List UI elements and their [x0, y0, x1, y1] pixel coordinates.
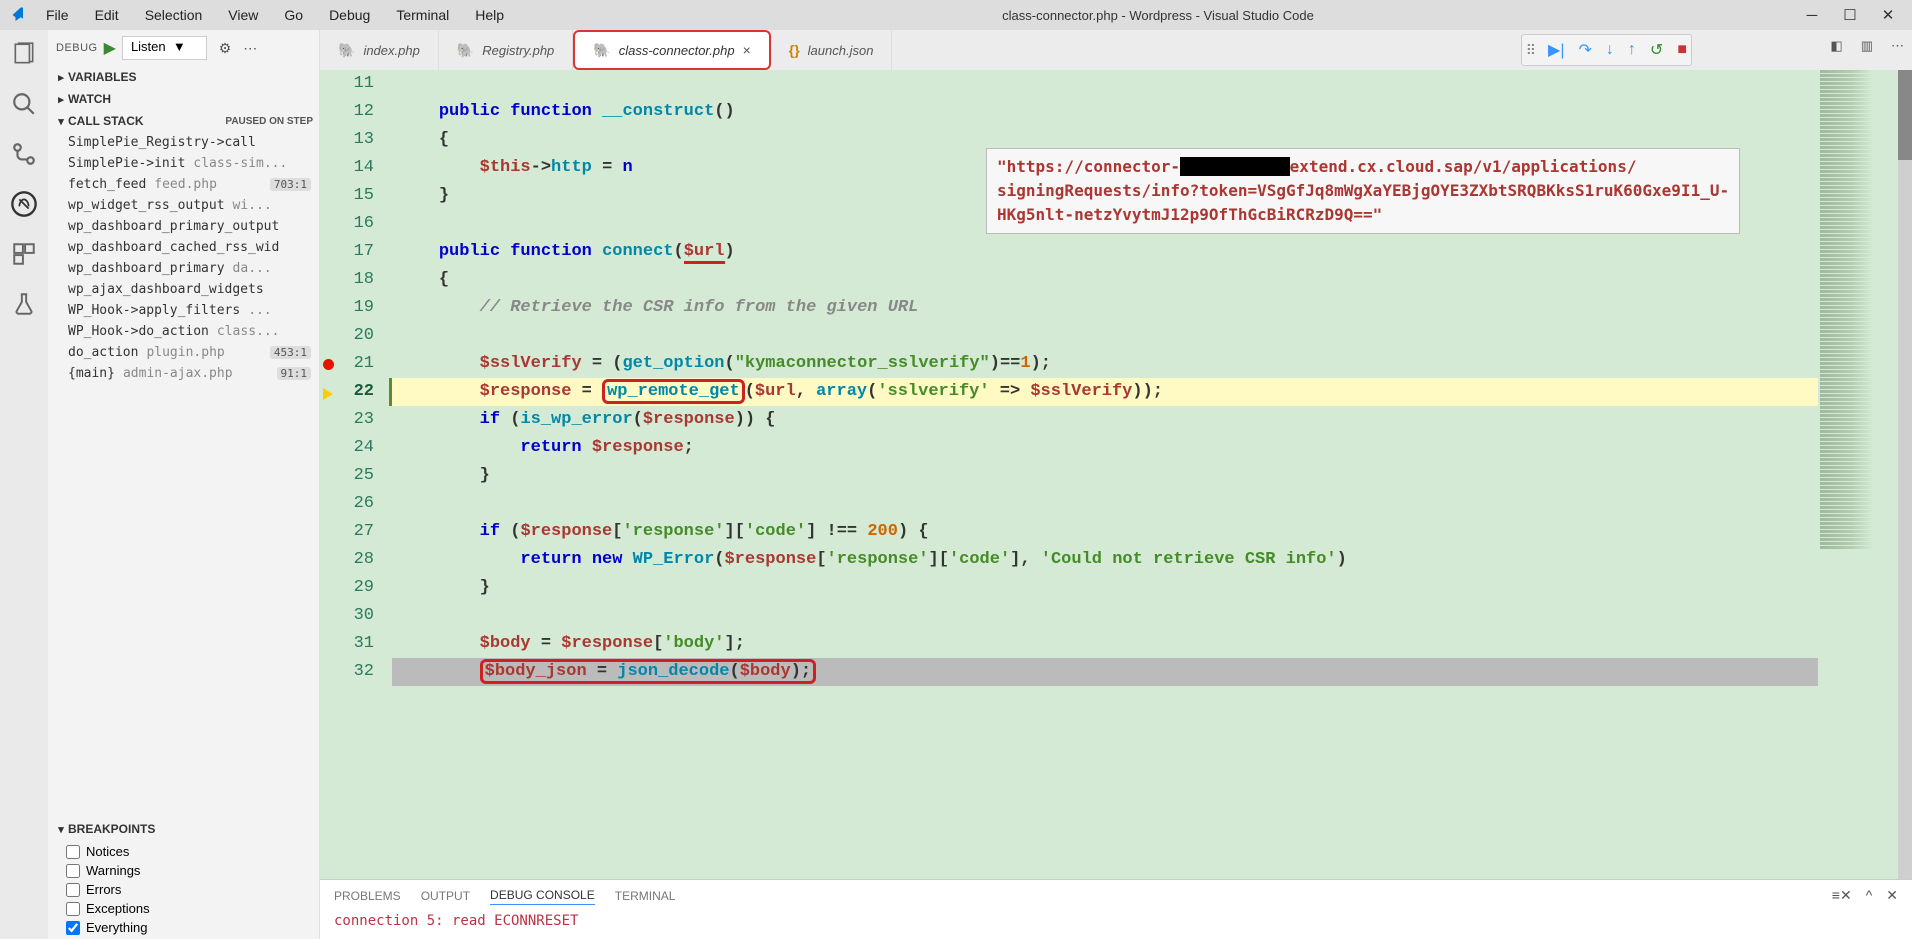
bp-checkbox[interactable] [66, 883, 80, 897]
php-icon: 🐘 [457, 42, 474, 59]
activity-bar [0, 30, 48, 939]
close-panel-icon[interactable]: ✕ [1886, 887, 1898, 904]
tab-launch[interactable]: {}launch.json [771, 30, 893, 70]
menu-bar: File Edit Selection View Go Debug Termin… [36, 3, 514, 27]
minimize-button[interactable]: ─ [1802, 5, 1822, 25]
minimap[interactable] [1818, 70, 1898, 879]
debug-hover-tooltip: "https://connector- extend.cx.cloud.sap/… [986, 148, 1740, 234]
menu-go[interactable]: Go [274, 3, 313, 27]
scrollbar[interactable] [1898, 70, 1912, 879]
debug-console-output: connection 5: read ECONNRESET [320, 911, 1912, 931]
gear-icon[interactable]: ⚙ [219, 40, 232, 57]
callstack-item[interactable]: {main}admin-ajax.php91:1 [48, 363, 319, 384]
line-numbers: 1112131415161718192021222324252627282930… [336, 70, 392, 879]
tab-index[interactable]: 🐘index.php [320, 30, 439, 70]
bottom-panel: PROBLEMS OUTPUT DEBUG CONSOLE TERMINAL ≡… [320, 879, 1912, 939]
menu-terminal[interactable]: Terminal [386, 3, 459, 27]
breakpoint-item[interactable]: Exceptions [48, 899, 319, 918]
debug-label: DEBUG [56, 42, 98, 54]
search-icon[interactable] [10, 90, 38, 118]
bp-checkbox[interactable] [66, 902, 80, 916]
menu-help[interactable]: Help [465, 3, 514, 27]
variables-section[interactable]: ▸VARIABLES [48, 66, 319, 88]
vscode-icon [8, 6, 26, 24]
menu-view[interactable]: View [218, 3, 268, 27]
menu-file[interactable]: File [36, 3, 79, 27]
panel-tab-terminal[interactable]: TERMINAL [615, 887, 676, 905]
breakpoint-dot[interactable] [323, 359, 334, 370]
callstack-list: SimplePie_Registry->call SimplePie->init… [48, 132, 319, 384]
php-icon: 🐘 [338, 42, 355, 59]
panel-tab-output[interactable]: OUTPUT [421, 887, 470, 905]
stop-button[interactable]: ■ [1677, 41, 1687, 59]
close-button[interactable]: ✕ [1878, 5, 1898, 25]
scroll-thumb[interactable] [1898, 70, 1912, 160]
breakpoints-section[interactable]: ▾BREAKPOINTS [48, 818, 319, 840]
extensions-icon[interactable] [10, 240, 38, 268]
close-tab-icon[interactable]: × [743, 42, 751, 58]
bp-checkbox[interactable] [66, 845, 80, 859]
breakpoint-item[interactable]: Errors [48, 880, 319, 899]
restart-button[interactable]: ↺ [1650, 40, 1663, 60]
current-line-marker [323, 388, 333, 400]
layout-icon[interactable]: ▥ [1861, 38, 1873, 54]
panel-tab-problems[interactable]: PROBLEMS [334, 887, 401, 905]
window-title: class-connector.php - Wordpress - Visual… [514, 8, 1802, 23]
bp-checkbox[interactable] [66, 921, 80, 935]
clear-console-icon[interactable]: ≡✕ [1832, 887, 1852, 904]
callstack-item[interactable]: WP_Hook->apply_filters... [48, 300, 319, 321]
breakpoint-item[interactable]: Warnings [48, 861, 319, 880]
editor-area: 🐘index.php 🐘Registry.php 🐘class-connecto… [320, 30, 1912, 939]
callstack-item[interactable]: do_actionplugin.php453:1 [48, 342, 319, 363]
scm-icon[interactable] [10, 140, 38, 168]
test-icon[interactable] [10, 290, 38, 318]
json-icon: {} [789, 42, 800, 58]
breakpoint-item[interactable]: Notices [48, 842, 319, 861]
title-bar: File Edit Selection View Go Debug Termin… [0, 0, 1912, 30]
php-icon: 🐘 [593, 42, 610, 59]
debug-sidebar: DEBUG ▶ Listen ▼ ⚙ ⋯ ▸VARIABLES ▸WATCH ▾… [48, 30, 320, 939]
editor-actions: ◧ ▥ ⋯ [1830, 38, 1904, 54]
callstack-item[interactable]: SimplePie->initclass-sim... [48, 153, 319, 174]
callstack-item[interactable]: SimplePie_Registry->call [48, 132, 319, 153]
explorer-icon[interactable] [10, 40, 38, 68]
bp-checkbox[interactable] [66, 864, 80, 878]
breakpoint-gutter[interactable] [320, 70, 336, 879]
callstack-item[interactable]: fetch_feedfeed.php703:1 [48, 174, 319, 195]
split-icon[interactable]: ◧ [1830, 38, 1842, 54]
menu-debug[interactable]: Debug [319, 3, 380, 27]
callstack-item[interactable]: wp_widget_rss_outputwi... [48, 195, 319, 216]
menu-selection[interactable]: Selection [135, 3, 213, 27]
callstack-item[interactable]: wp_dashboard_primaryda... [48, 258, 319, 279]
continue-button[interactable]: ▶| [1548, 40, 1564, 60]
debug-toolbar[interactable]: ⠿ ▶| ↷ ↓ ↑ ↺ ■ [1521, 34, 1692, 66]
debug-icon[interactable] [10, 190, 38, 218]
menu-edit[interactable]: Edit [85, 3, 129, 27]
tab-connector[interactable]: 🐘class-connector.php× [573, 30, 770, 70]
step-over-button[interactable]: ↷ [1579, 40, 1592, 60]
maximize-panel-icon[interactable]: ^ [1866, 887, 1873, 904]
watch-section[interactable]: ▸WATCH [48, 88, 319, 110]
step-into-button[interactable]: ↓ [1606, 41, 1614, 59]
code-editor[interactable]: 1112131415161718192021222324252627282930… [320, 70, 1912, 879]
debug-config-select[interactable]: Listen ▼ [122, 36, 207, 60]
more-icon[interactable]: ⋯ [243, 40, 257, 57]
step-out-button[interactable]: ↑ [1628, 41, 1636, 59]
drag-grip-icon[interactable]: ⠿ [1526, 42, 1534, 59]
panel-tab-debugconsole[interactable]: DEBUG CONSOLE [490, 886, 595, 905]
start-debug-button[interactable]: ▶ [104, 38, 116, 58]
maximize-button[interactable]: ☐ [1840, 5, 1860, 25]
callstack-item[interactable]: WP_Hook->do_actionclass... [48, 321, 319, 342]
callstack-item[interactable]: wp_dashboard_cached_rss_wid [48, 237, 319, 258]
callstack-item[interactable]: wp_dashboard_primary_output [48, 216, 319, 237]
more-editor-icon[interactable]: ⋯ [1891, 38, 1904, 54]
callstack-section[interactable]: ▾CALL STACKPAUSED ON STEP [48, 110, 319, 132]
breakpoints-list: Notices Warnings Errors Exceptions Every… [48, 840, 319, 939]
callstack-item[interactable]: wp_ajax_dashboard_widgets [48, 279, 319, 300]
breakpoint-item[interactable]: Everything [48, 918, 319, 937]
tab-registry[interactable]: 🐘Registry.php [439, 30, 573, 70]
code-content[interactable]: public function __construct() { $this->h… [392, 70, 1818, 879]
